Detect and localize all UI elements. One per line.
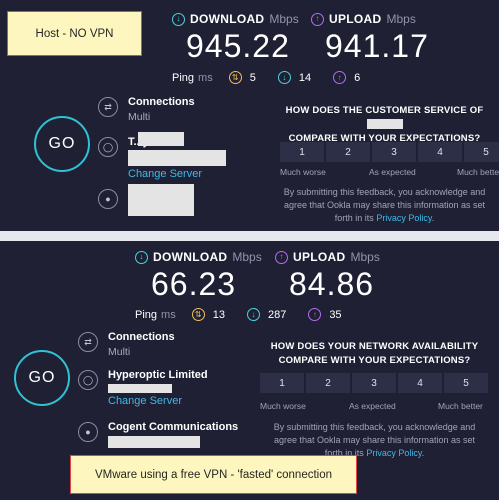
download-label: DOWNLOAD xyxy=(153,250,228,264)
upload-stat: ↑ UPLOAD Mbps 941.17 xyxy=(311,12,429,65)
connections-title: Connections xyxy=(128,96,195,108)
ping-label: Ping xyxy=(172,71,195,84)
upload-arrow-icon: ↑ xyxy=(311,12,324,26)
ping-row: Ping ms ⇅ 5 ↓ 14 ↑ 6 xyxy=(172,71,382,84)
connections-icon: ⇄ xyxy=(78,332,98,352)
panel-divider xyxy=(0,231,499,241)
redaction-block xyxy=(108,384,172,393)
scale-low-label: Much worse xyxy=(260,401,306,411)
rating-5-button[interactable]: 5 xyxy=(444,373,488,393)
rating-4-button[interactable]: 4 xyxy=(398,373,442,393)
survey-question-line2: COMPARE WITH YOUR EXPECTATIONS? xyxy=(278,355,471,366)
ping-upload-value: 35 xyxy=(329,308,342,321)
change-server-link[interactable]: Change Server xyxy=(128,168,226,180)
connections-value: Multi xyxy=(108,346,131,358)
survey-question-line1: HOW DOES THE CUSTOMER SERVICE OF xyxy=(285,105,484,116)
user-icon: ● xyxy=(78,422,98,442)
rating-2-button[interactable]: 2 xyxy=(306,373,350,393)
download-stat: ↓ DOWNLOAD Mbps 945.22 xyxy=(172,12,299,65)
scale-high-label: Much better xyxy=(457,167,499,177)
download-label: DOWNLOAD xyxy=(190,12,265,26)
download-value: 66.23 xyxy=(151,266,237,302)
redaction-block xyxy=(128,184,194,216)
connections-value: Multi xyxy=(128,111,151,123)
go-button[interactable]: GO xyxy=(34,116,90,172)
survey-question-line1: HOW DOES YOUR NETWORK AVAILABILITY xyxy=(270,341,479,352)
ping-upload-icon: ↑ xyxy=(333,71,347,84)
upload-unit: Mbps xyxy=(350,250,380,264)
upload-label: UPLOAD xyxy=(293,250,346,264)
annotation-note-vpn: VMware using a free VPN - 'fasted' conne… xyxy=(70,455,357,494)
upload-unit: Mbps xyxy=(386,12,416,26)
download-arrow-icon: ↓ xyxy=(172,12,185,26)
ping-label: Ping xyxy=(135,308,158,321)
rating-5-button[interactable]: 5 xyxy=(464,142,499,162)
globe-icon: ◯ xyxy=(78,370,98,390)
privacy-policy-link[interactable]: Privacy Policy xyxy=(366,448,421,458)
download-arrow-icon: ↓ xyxy=(135,250,148,264)
ping-upload-icon: ↑ xyxy=(308,308,322,321)
connections-icon: ⇄ xyxy=(98,97,118,117)
scale-high-label: Much better xyxy=(438,401,483,411)
survey-question: HOW DOES YOUR NETWORK AVAILABILITY COMPA… xyxy=(250,340,499,368)
upload-value: 941.17 xyxy=(325,28,429,64)
ping-download-value: 14 xyxy=(298,71,312,84)
download-stat: ↓ DOWNLOAD Mbps 66.23 xyxy=(135,250,262,303)
rating-scale: 1 2 3 4 5 xyxy=(260,373,488,393)
user-icon: ● xyxy=(98,189,118,209)
connections-title: Connections xyxy=(108,331,175,343)
download-value: 945.22 xyxy=(186,28,290,64)
annotation-note-host: Host - NO VPN xyxy=(7,11,142,56)
upload-stat: ↑ UPLOAD Mbps 84.86 xyxy=(275,250,380,303)
ping-row: Ping ms ⇅ 13 ↓ 287 ↑ 35 xyxy=(135,308,364,321)
redaction-block xyxy=(366,119,403,130)
server-name: Cogent Communications xyxy=(108,421,239,433)
ping-idle-value: 5 xyxy=(249,71,256,84)
upload-value: 84.86 xyxy=(289,266,375,302)
ping-download-value: 287 xyxy=(267,308,287,321)
ping-upload-value: 6 xyxy=(354,71,361,84)
upload-arrow-icon: ↑ xyxy=(275,250,288,264)
globe-icon: ◯ xyxy=(98,137,118,157)
rating-2-button[interactable]: 2 xyxy=(326,142,370,162)
scale-mid-label: As expected xyxy=(349,401,396,411)
download-unit: Mbps xyxy=(269,12,299,26)
ping-idle-icon: ⇅ xyxy=(191,308,205,321)
upload-label: UPLOAD xyxy=(329,12,382,26)
rating-3-button[interactable]: 3 xyxy=(372,142,416,162)
redaction-block xyxy=(128,150,226,166)
ping-idle-value: 13 xyxy=(212,308,225,321)
ping-download-icon: ↓ xyxy=(277,71,291,84)
ping-unit: ms xyxy=(198,71,213,84)
ping-unit: ms xyxy=(161,308,176,321)
redaction-block xyxy=(108,436,200,448)
change-server-link[interactable]: Change Server xyxy=(108,395,208,407)
scale-low-label: Much worse xyxy=(280,167,326,177)
download-unit: Mbps xyxy=(232,250,262,264)
ping-idle-icon: ⇅ xyxy=(228,71,242,84)
survey-question: HOW DOES THE CUSTOMER SERVICE OF COMPARE… xyxy=(270,104,499,146)
scale-mid-label: As expected xyxy=(369,167,416,177)
rating-1-button[interactable]: 1 xyxy=(260,373,304,393)
feedback-disclaimer: By submitting this feedback, you acknowl… xyxy=(283,187,486,223)
ping-download-icon: ↓ xyxy=(246,308,260,321)
rating-scale: 1 2 3 4 5 xyxy=(280,142,499,162)
privacy-policy-link[interactable]: Privacy Policy xyxy=(376,213,431,223)
rating-3-button[interactable]: 3 xyxy=(352,373,396,393)
isp-name: Hyperoptic Limited xyxy=(108,369,208,381)
go-button[interactable]: GO xyxy=(14,350,70,406)
rating-1-button[interactable]: 1 xyxy=(280,142,324,162)
redaction-block xyxy=(138,132,184,146)
rating-4-button[interactable]: 4 xyxy=(418,142,462,162)
